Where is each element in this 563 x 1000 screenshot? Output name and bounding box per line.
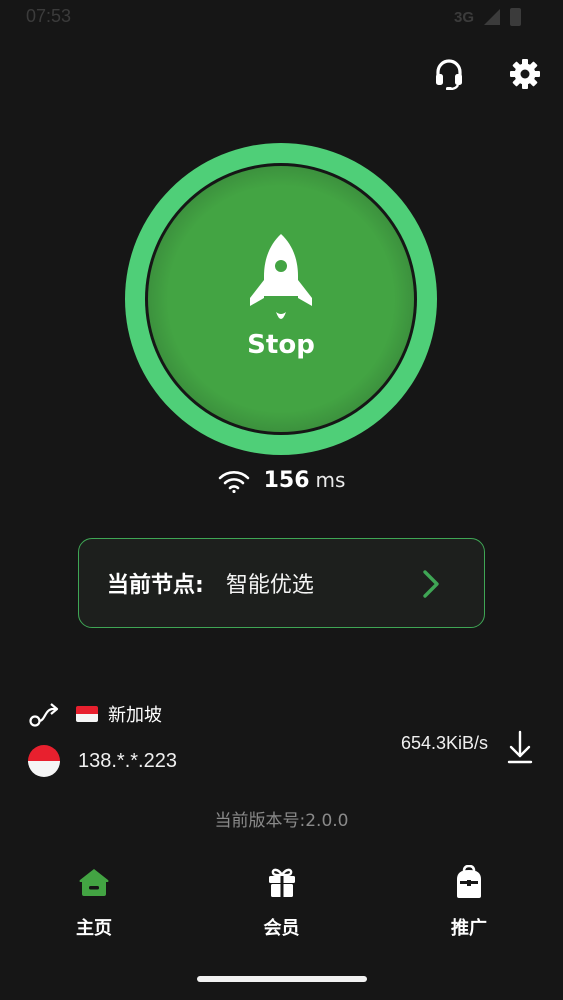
- connect-ring-gap: Stop: [145, 163, 417, 435]
- singapore-flag-icon: [28, 745, 60, 777]
- status-time: 07:53: [26, 6, 72, 26]
- headset-icon[interactable]: [431, 56, 467, 92]
- latency-unit: ms: [315, 468, 346, 492]
- nav-promotion-label: 推广: [451, 918, 487, 939]
- battery-icon: [510, 8, 521, 26]
- status-indicators: 3G: [454, 8, 521, 26]
- home-icon: [79, 869, 109, 896]
- version-text: 当前版本号:2.0.0: [214, 811, 349, 831]
- network-type: 3G: [453, 8, 474, 26]
- latency-display: 156 ms: [0, 468, 563, 493]
- connect-core: Stop: [148, 166, 414, 432]
- nav-membership[interactable]: 会员: [234, 862, 330, 952]
- download-icon[interactable]: [507, 730, 533, 768]
- home-indicator[interactable]: [197, 976, 367, 982]
- route-info: 新加坡: [28, 700, 162, 728]
- chevron-right-icon: [423, 570, 439, 598]
- nav-home[interactable]: 主页: [46, 862, 142, 952]
- gift-icon: [268, 868, 295, 897]
- stop-label: Stop: [247, 330, 315, 360]
- route-icon: [29, 703, 59, 727]
- ip-info: 138.*.*.223: [28, 745, 177, 777]
- rocket-icon: [250, 234, 312, 319]
- wifi-icon: [218, 470, 249, 493]
- latency-value: 156: [263, 468, 310, 493]
- ip-address: 138.*.*.223: [78, 749, 177, 772]
- nav-home-label: 主页: [76, 918, 112, 939]
- stop-connection-button[interactable]: Stop: [125, 143, 437, 455]
- node-value: 智能优选: [225, 573, 314, 598]
- nav-membership-label: 会员: [263, 918, 300, 939]
- nav-promotion[interactable]: 推广: [421, 862, 517, 952]
- route-country: 新加坡: [108, 705, 162, 726]
- status-bar: 07:53 3G: [0, 0, 563, 36]
- header-actions: [431, 56, 543, 92]
- gear-icon[interactable]: [507, 56, 543, 92]
- backpack-icon: [457, 865, 481, 898]
- singapore-flag-small: [76, 706, 98, 722]
- bottom-navigation: 主页 会员 推广: [0, 862, 563, 952]
- download-speed: 654.3KiB/s: [400, 733, 488, 753]
- signal-icon: [484, 9, 500, 25]
- node-label: 当前节点:: [107, 573, 204, 598]
- node-selector[interactable]: 当前节点: 智能优选: [78, 538, 485, 628]
